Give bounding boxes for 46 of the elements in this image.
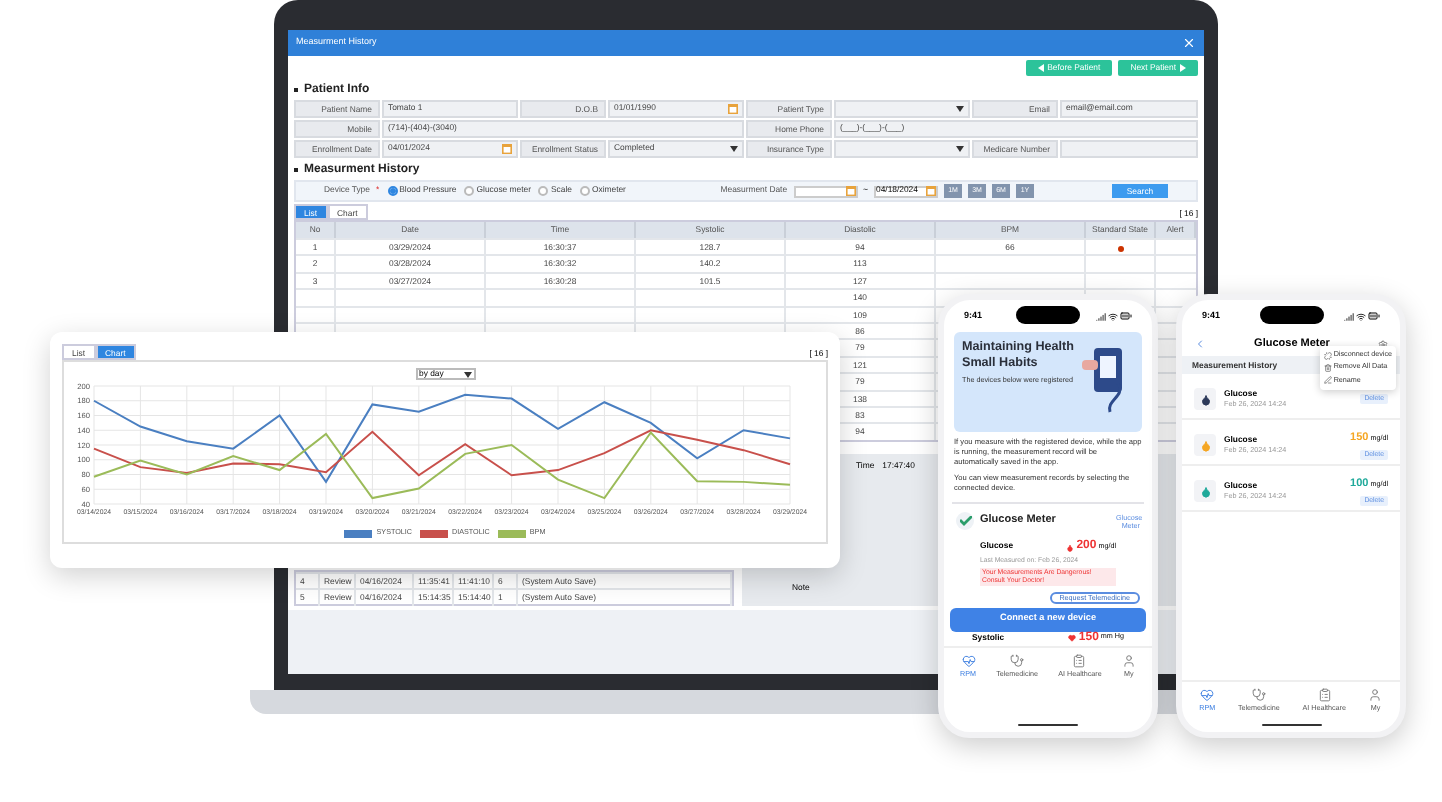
radio-button[interactable] [579,185,590,196]
user-icon [1121,653,1136,668]
select-field[interactable] [834,140,970,158]
wifi-icon [1108,311,1118,321]
triangle-icon [1037,64,1044,72]
camera-notch [1259,306,1323,324]
clipboard-icon [1072,653,1087,668]
caret-icon [730,146,738,152]
legend-swatch [344,529,373,538]
caret-icon [956,106,964,112]
calendar-icon [926,186,936,196]
stethoscope-icon [1251,688,1266,703]
caret-icon [956,146,964,152]
stethoscope-icon [1010,653,1025,668]
home-indicator [1018,723,1078,726]
date-field[interactable] [793,185,858,197]
heart-pulse-icon [1200,688,1215,703]
wifi-icon [1356,311,1366,321]
calendar-icon [502,144,512,154]
trash-icon [1323,364,1332,373]
unlink-icon [1323,351,1332,360]
clipboard-icon [1317,688,1332,703]
close-icon[interactable] [1182,36,1196,50]
battery-icon [1368,310,1380,322]
input-field[interactable] [1060,140,1198,158]
drop-icon [1066,543,1075,551]
pen-icon [1323,376,1332,385]
camera-notch [1016,306,1080,324]
heart-pulse-icon [961,653,976,668]
legend-swatch [497,529,526,538]
back-icon[interactable] [1194,338,1206,350]
device-logo-icon [956,512,974,530]
radio-button[interactable] [464,185,475,196]
home-indicator [1261,723,1321,726]
heart-icon [1068,634,1077,643]
calendar-icon [845,186,856,196]
triangle-icon [1180,64,1186,72]
legend-swatch [420,529,448,538]
select-field[interactable] [834,100,970,118]
radio-button[interactable] [538,185,549,196]
signal-icon [1344,311,1354,321]
user-icon [1368,688,1383,703]
battery-icon [1120,310,1132,322]
signal-icon [1096,311,1106,321]
calendar-icon [728,104,738,114]
radio-button[interactable] [387,185,398,196]
